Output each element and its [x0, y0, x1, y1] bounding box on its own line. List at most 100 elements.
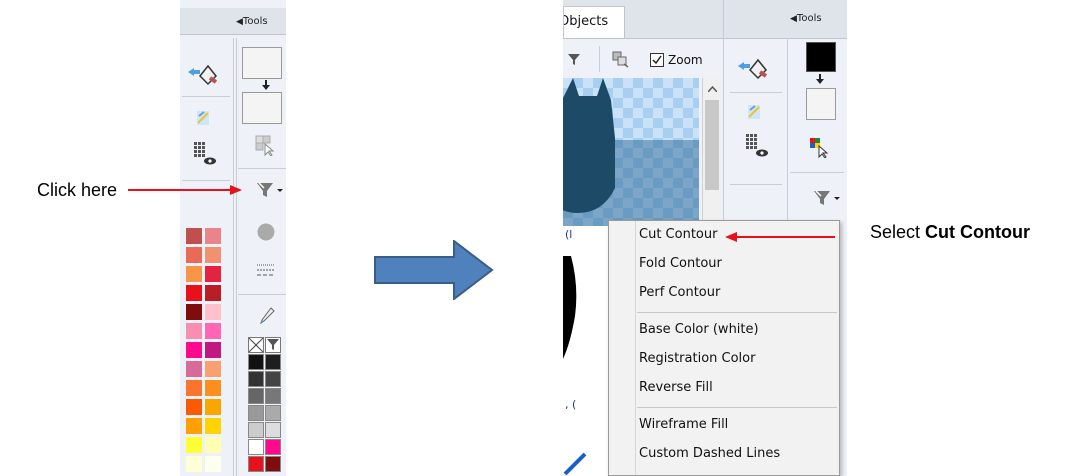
- zoom-label: Zoom: [668, 53, 703, 67]
- left-sep-1: [182, 96, 230, 97]
- cut-contour-dropdown-icon[interactable]: [810, 188, 844, 208]
- menu-item[interactable]: Wireframe Fill: [639, 417, 728, 432]
- layer-arrange-icon[interactable]: [610, 50, 632, 70]
- left-sep-3: [238, 168, 286, 169]
- menu-item[interactable]: Registration Color: [639, 351, 755, 366]
- right-sep-2: [730, 184, 782, 185]
- move-fill-icon[interactable]: [186, 58, 220, 86]
- palette-swatch[interactable]: [186, 399, 202, 415]
- right-sep-3: [790, 172, 844, 173]
- select-cut-contour-callout: Select Cut Contour: [870, 222, 1030, 243]
- palette-swatch[interactable]: [186, 380, 202, 396]
- pin-icon[interactable]: [566, 52, 584, 68]
- left-tab-strip: [180, 8, 286, 35]
- palette-swatch[interactable]: [186, 342, 202, 358]
- cut-contour-swatch[interactable]: [265, 337, 281, 353]
- palette-swatch[interactable]: [205, 247, 221, 263]
- menu-item[interactable]: Fold Contour: [639, 256, 722, 271]
- palette-swatch[interactable]: [205, 361, 221, 377]
- tools-tab-arrow-icon: ◀: [790, 14, 797, 24]
- fill-color-box[interactable]: [806, 42, 836, 72]
- swap-arrow-down-icon[interactable]: [262, 80, 270, 90]
- no-color-swatch[interactable]: [248, 337, 264, 353]
- gray-swatch[interactable]: [265, 422, 281, 438]
- gray-swatch[interactable]: [248, 422, 264, 438]
- menu-item[interactable]: Base Color (white): [639, 322, 759, 337]
- palette-swatch[interactable]: [186, 418, 202, 434]
- palette-swatch[interactable]: [205, 323, 221, 339]
- gradient-fill-icon[interactable]: [746, 102, 764, 122]
- toolbar-divider-1: [599, 46, 600, 72]
- gray-palette: [248, 354, 282, 476]
- cut-contour-swatch-icon: [267, 339, 279, 350]
- view-fill-icon[interactable]: [192, 140, 218, 168]
- scroll-up-icon[interactable]: [708, 86, 717, 92]
- move-fill-icon[interactable]: [736, 52, 770, 80]
- click-here-callout: Click here: [37, 180, 118, 200]
- palette-swatch[interactable]: [205, 399, 221, 415]
- gray-swatch[interactable]: [265, 371, 281, 387]
- palette-swatch[interactable]: [186, 304, 202, 320]
- palette-swatch[interactable]: [186, 456, 202, 472]
- fill-color-box[interactable]: [242, 47, 282, 79]
- menu-item[interactable]: Custom Dashed Lines: [639, 446, 780, 461]
- zoom-checkbox[interactable]: [650, 53, 664, 67]
- blue-diagonal-line: [563, 452, 587, 476]
- menu-item[interactable]: Cut Contour: [639, 227, 717, 242]
- palette-swatch[interactable]: [205, 380, 221, 396]
- left-divider-a: [233, 38, 234, 476]
- palette-swatch[interactable]: [205, 418, 221, 434]
- palette-swatch[interactable]: [205, 456, 221, 472]
- circle-shape-icon[interactable]: [256, 222, 276, 242]
- select-bold: Cut Contour: [925, 222, 1030, 242]
- palette-swatch[interactable]: [205, 285, 221, 301]
- transition-arrow: [374, 240, 494, 300]
- gray-swatch[interactable]: [248, 371, 264, 387]
- select-cut-contour-arrow: [725, 232, 835, 242]
- gray-swatch[interactable]: [248, 405, 264, 421]
- menu-item[interactable]: Reverse Fill: [639, 380, 713, 395]
- objects-tab[interactable]: Objects: [563, 6, 625, 38]
- palette-swatch[interactable]: [186, 228, 202, 244]
- scrollbar-thumb[interactable]: [705, 100, 719, 190]
- menu-separator: [637, 312, 837, 313]
- palette-swatch[interactable]: [205, 304, 221, 320]
- click-here-arrow: [128, 185, 242, 195]
- palette-swatch[interactable]: [205, 342, 221, 358]
- left-tools-tab[interactable]: ◀Tools: [236, 16, 268, 27]
- gray-swatch[interactable]: [248, 354, 264, 370]
- cut-contour-dropdown-icon[interactable]: [253, 180, 287, 200]
- palette-swatch[interactable]: [186, 437, 202, 453]
- palette-swatch[interactable]: [205, 437, 221, 453]
- dashed-lines-icon[interactable]: [255, 262, 277, 280]
- gray-swatch[interactable]: [265, 388, 281, 404]
- line-color-box[interactable]: [806, 88, 836, 120]
- select-by-color-icon[interactable]: [254, 134, 276, 156]
- gray-swatch[interactable]: [265, 405, 281, 421]
- palette-swatch[interactable]: [186, 323, 202, 339]
- gray-swatch[interactable]: [248, 388, 264, 404]
- view-fill-icon[interactable]: [744, 132, 770, 160]
- menu-item[interactable]: Perf Contour: [639, 285, 720, 300]
- gray-swatch[interactable]: [248, 439, 264, 455]
- preview-caption-fragment-2: , (: [565, 398, 577, 411]
- swap-arrow-down-icon[interactable]: [816, 74, 824, 84]
- gradient-fill-icon[interactable]: [195, 108, 213, 128]
- right-sep-1: [730, 92, 782, 93]
- select-by-color-icon[interactable]: [808, 136, 830, 158]
- gray-swatch[interactable]: [248, 456, 264, 472]
- gray-swatch[interactable]: [265, 456, 281, 472]
- gray-swatch[interactable]: [265, 439, 281, 455]
- palette-swatch[interactable]: [205, 266, 221, 282]
- objects-tab-label: Objects: [563, 14, 609, 29]
- palette-swatch[interactable]: [186, 361, 202, 377]
- palette-swatch[interactable]: [186, 247, 202, 263]
- gray-swatch[interactable]: [265, 354, 281, 370]
- palette-swatch[interactable]: [205, 228, 221, 244]
- preview-caption-fragment: (l: [565, 228, 573, 241]
- palette-swatch[interactable]: [186, 266, 202, 282]
- eyedropper-icon[interactable]: [258, 306, 276, 328]
- palette-swatch[interactable]: [186, 285, 202, 301]
- line-color-box[interactable]: [242, 92, 282, 124]
- right-tools-tab[interactable]: ◀Tools: [790, 13, 822, 24]
